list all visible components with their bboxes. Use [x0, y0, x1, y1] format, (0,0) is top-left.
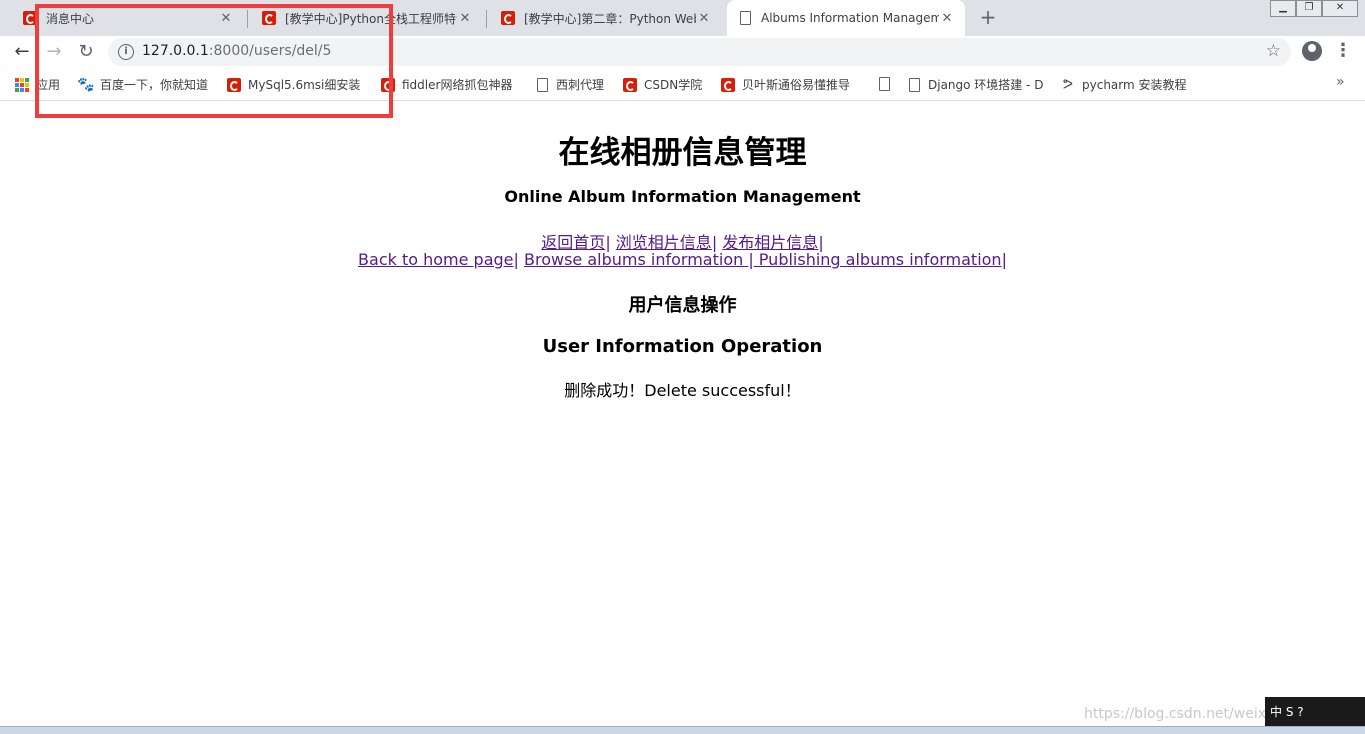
section-heading-cn: 用户信息操作 [628, 295, 737, 316]
tab-active-albums[interactable]: Albums Information Manageme ✕ [727, 0, 965, 36]
home-link-en[interactable]: Back to home page [358, 250, 513, 269]
chevron-right-icon[interactable]: » [1336, 74, 1345, 90]
close-window-button[interactable]: ✕ [1322, 0, 1358, 17]
bookmark-label: fiddler网络抓包神器 [402, 78, 513, 92]
bookmark-xici[interactable]: 西刺代理 [534, 76, 604, 93]
tab-title: Albums Information Manageme [761, 11, 939, 25]
taskbar [0, 726, 1365, 734]
bookmark-label: pycharm 安装教程 [1082, 78, 1187, 92]
page-icon [534, 77, 550, 93]
page-subtitle: Online Album Information Management [504, 187, 861, 206]
tab-title: [教学中心]Python全栈工程师特训 [285, 11, 457, 26]
close-icon[interactable]: ✕ [218, 11, 234, 26]
apps-grid-icon [14, 77, 30, 93]
reload-icon[interactable]: ↻ [74, 40, 98, 64]
page-icon [737, 10, 753, 26]
url-host: 127.0.0.1 [142, 43, 209, 59]
bookmark-page[interactable] [876, 76, 898, 92]
bookmark-csdn-academy[interactable]: CSDN学院 [622, 76, 702, 93]
bookmark-label: Django 环境搭建 - D [928, 78, 1044, 92]
browse-albums-link-en[interactable]: Browse albums information [524, 250, 748, 269]
bookmark-label: CSDN学院 [644, 78, 703, 92]
csdn-c-icon [226, 77, 242, 93]
minimize-button[interactable]: ▁ [1270, 0, 1296, 17]
csdn-c-icon [500, 10, 516, 26]
csdn-c-icon [622, 77, 638, 93]
tab-title: 消息中心 [46, 11, 95, 26]
bookmark-label: 应用 [36, 78, 61, 92]
close-icon[interactable]: ✕ [696, 11, 712, 26]
close-icon[interactable]: ✕ [457, 11, 473, 26]
tab-3[interactable]: [教学中心]第二章：Python Web ✕ [490, 2, 722, 34]
page-title: 在线相册信息管理 [558, 135, 807, 171]
csdn-c-icon [720, 77, 736, 93]
browser-toolbar: ← → ↻ i 127.0.0.1:8000/users/del/5 ☆ ⋮ [0, 36, 1365, 68]
bookmark-pycharm[interactable]: ᕗ pycharm 安装教程 [1060, 76, 1187, 93]
address-bar[interactable]: i 127.0.0.1:8000/users/del/5 ☆ [108, 38, 1291, 66]
tray-icons: 中 S ? [1270, 705, 1304, 719]
bookmark-label: 西刺代理 [556, 78, 605, 92]
page-icon [876, 76, 892, 92]
tab-2[interactable]: [教学中心]Python全栈工程师特训 ✕ [251, 2, 483, 34]
bookmarks-bar: 应用 🐾 百度一下，你就知道 MySql5.6msi细安装 fiddler网络抓… [0, 68, 1365, 101]
url-text[interactable]: 127.0.0.1:8000/users/del/5 [142, 43, 331, 59]
pycharm-icon: ᕗ [1062, 76, 1074, 93]
page-content: 在线相册信息管理 Online Album Information Manage… [0, 101, 1365, 696]
tab-separator [247, 10, 248, 28]
new-tab-button[interactable]: + [976, 6, 1000, 30]
bookmark-label: 百度一下，你就知道 [100, 78, 209, 92]
link-separator: | [1001, 250, 1007, 269]
nav-links-en: Back to home page| Browse albums informa… [0, 250, 1365, 269]
bookmark-apps[interactable]: 应用 [14, 76, 60, 93]
restore-button[interactable]: ❐ [1296, 0, 1322, 17]
menu-kebab-icon[interactable]: ⋮ [1334, 40, 1352, 62]
tab-1[interactable]: 消息中心 ✕ [12, 2, 244, 34]
bookmark-mysql[interactable]: MySql5.6msi细安装 [226, 76, 366, 93]
tab-strip: 消息中心 ✕ [教学中心]Python全栈工程师特训 ✕ [教学中心]第二章：P… [0, 0, 1365, 36]
forward-arrow-icon[interactable]: → [42, 40, 66, 64]
csdn-c-icon [22, 10, 38, 26]
info-icon[interactable]: i [118, 44, 134, 60]
link-separator: | [513, 250, 524, 269]
baidu-paw-icon: 🐾 [78, 76, 95, 93]
publish-albums-link-en[interactable]: Publishing albums information [754, 250, 1002, 269]
close-icon[interactable]: ✕ [939, 11, 955, 26]
csdn-c-icon [380, 77, 396, 93]
account-icon[interactable] [1302, 41, 1322, 61]
bookmark-label: MySql5.6msi细安装 [248, 78, 361, 92]
bookmark-star-icon[interactable]: ☆ [1266, 41, 1281, 61]
bookmark-label: 贝叶斯通俗易懂推导 [742, 78, 851, 92]
csdn-c-icon [261, 10, 277, 26]
back-arrow-icon[interactable]: ← [10, 40, 34, 64]
page-icon [906, 77, 922, 93]
bookmark-bayes[interactable]: 贝叶斯通俗易懂推导 [720, 76, 860, 93]
tab-title: [教学中心]第二章：Python Web [524, 11, 696, 26]
url-path: :8000/users/del/5 [208, 43, 332, 59]
bookmark-fiddler[interactable]: fiddler网络抓包神器 [380, 76, 520, 93]
status-message: 删除成功！Delete successful！ [564, 381, 801, 400]
bookmark-baidu[interactable]: 🐾 百度一下，你就知道 [78, 76, 218, 93]
bookmark-django[interactable]: Django 环境搭建 - D [906, 76, 1048, 93]
section-heading-en: User Information Operation [542, 336, 823, 357]
tab-separator [486, 10, 487, 28]
